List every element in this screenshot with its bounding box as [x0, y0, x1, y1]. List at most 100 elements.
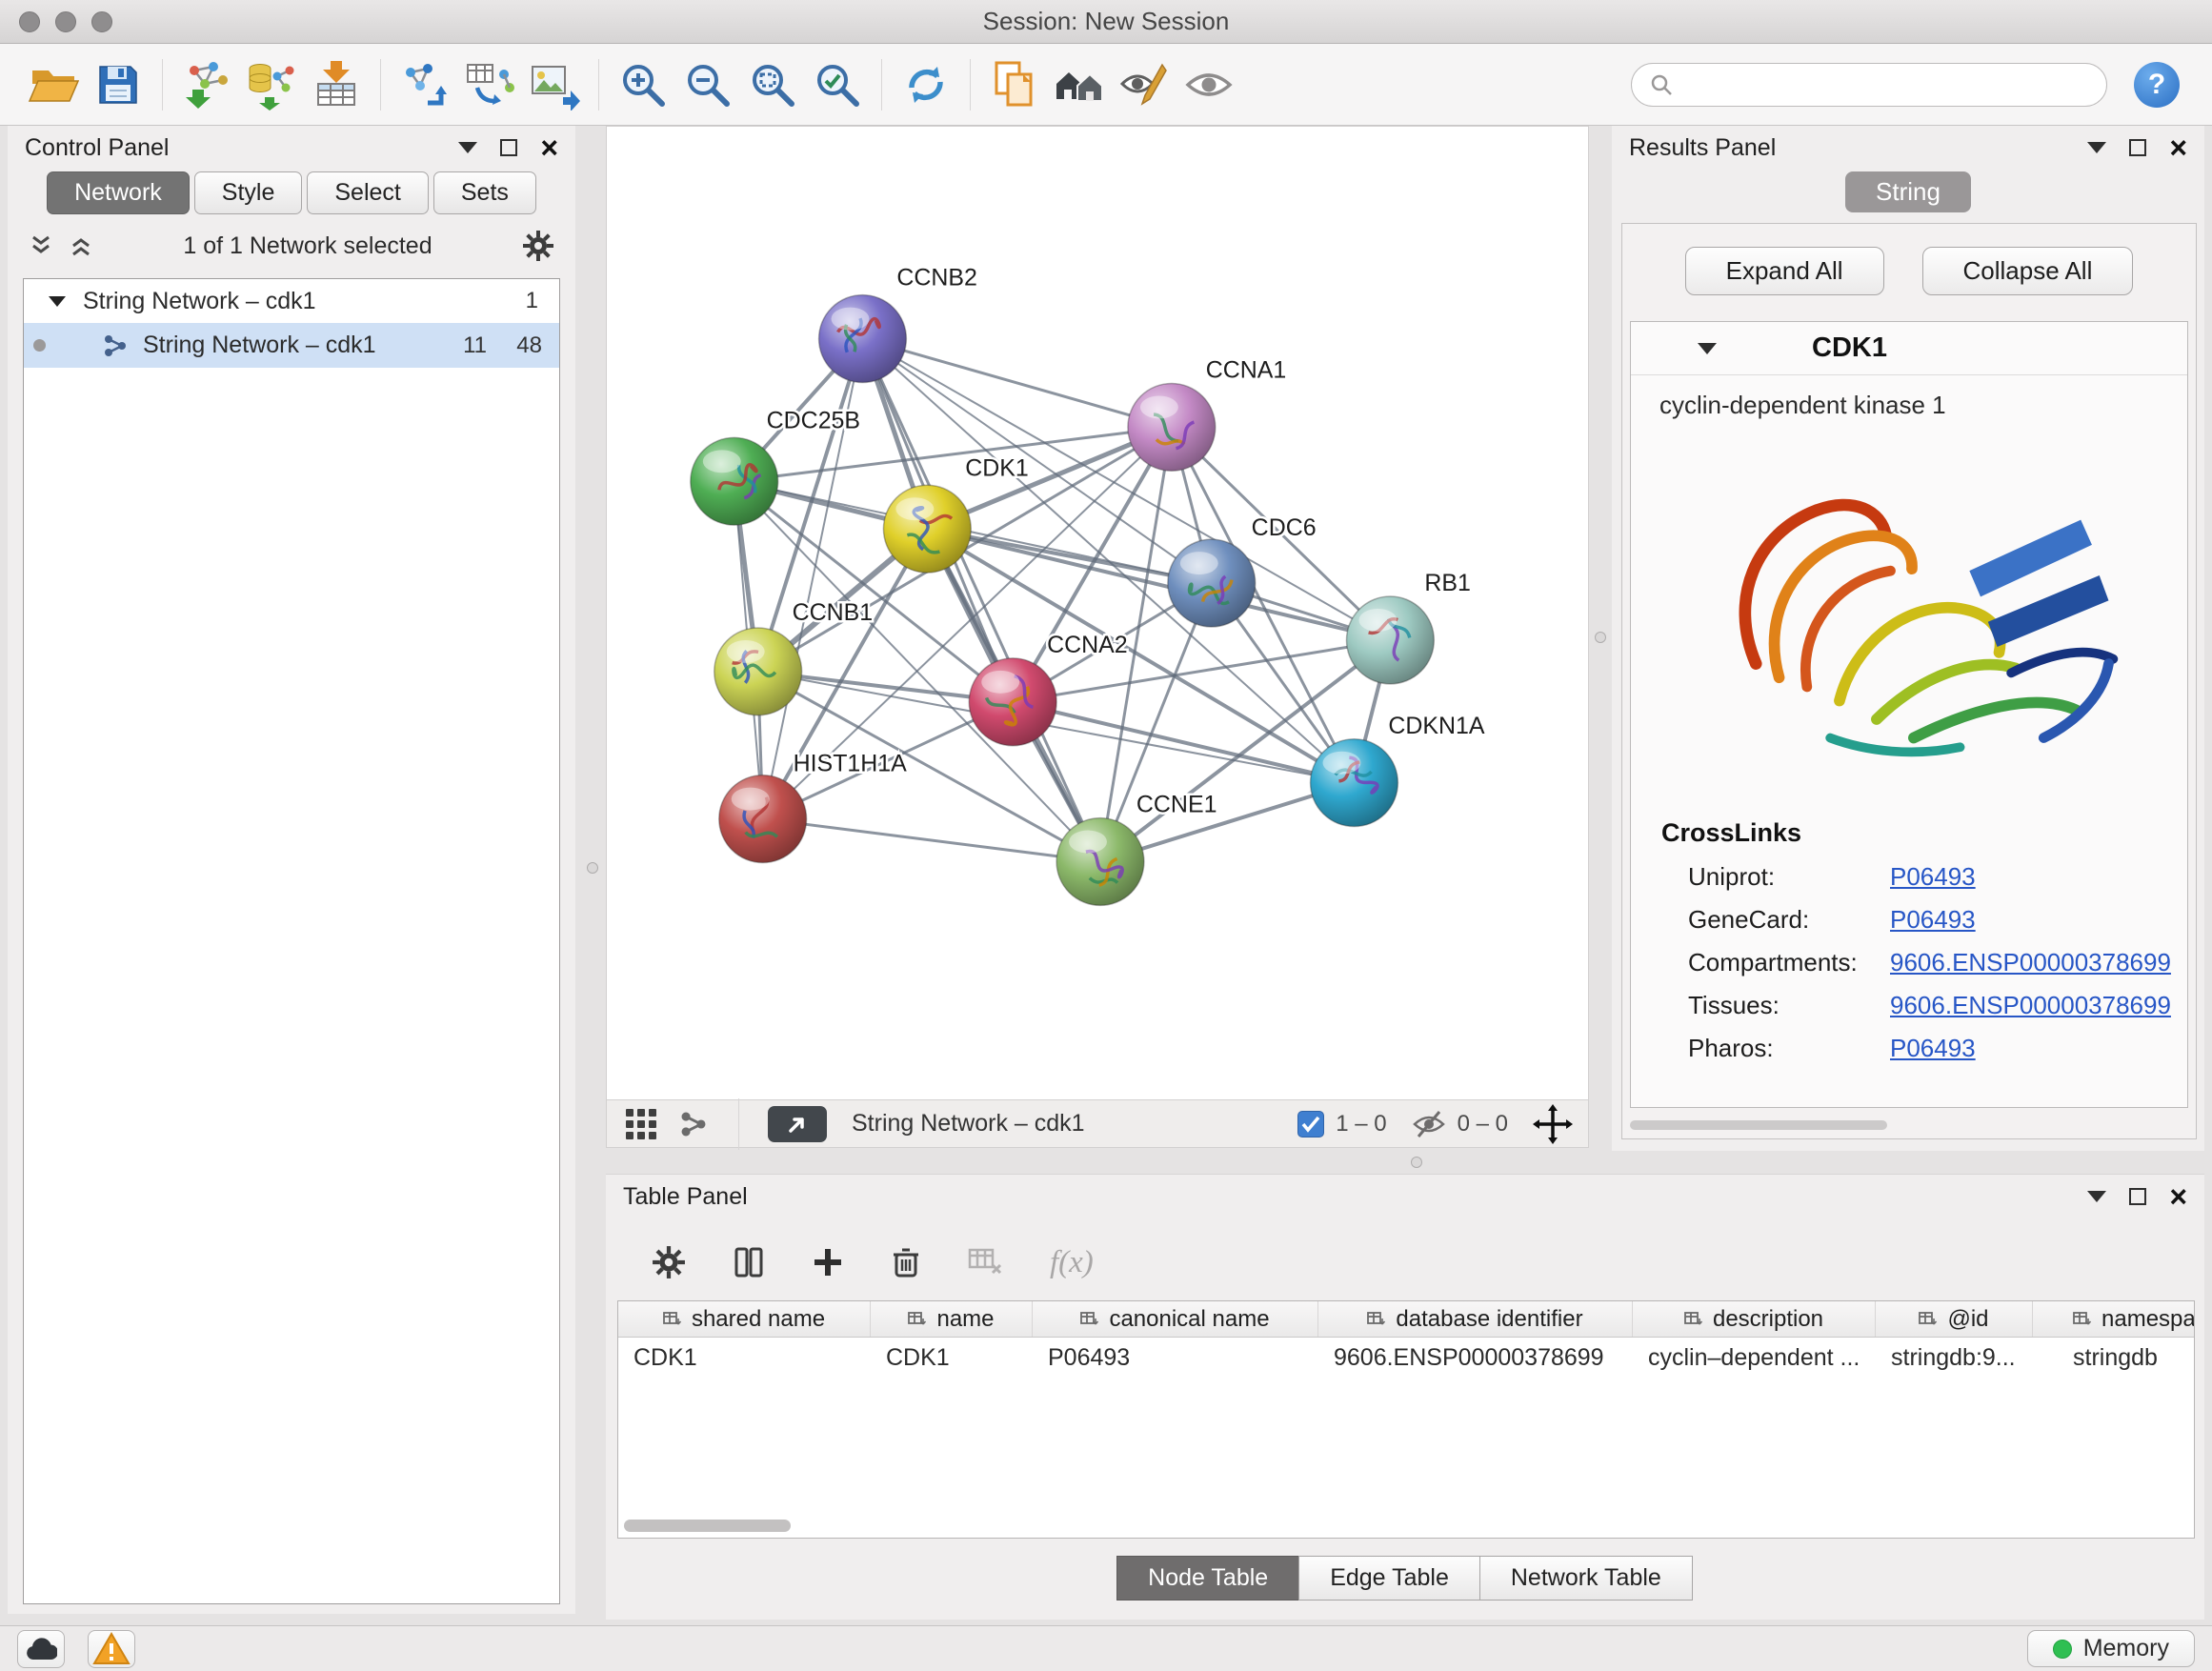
network-node-CCNB2[interactable]: [819, 295, 907, 383]
close-panel-icon[interactable]: ×: [2169, 132, 2187, 163]
export-image-button[interactable]: [522, 52, 587, 117]
crosslink-genecard-link[interactable]: P06493: [1890, 905, 1976, 935]
network-node-HIST1H1A[interactable]: [719, 775, 807, 863]
close-panel-icon[interactable]: ×: [2169, 1181, 2187, 1212]
collapse-all-chevron-icon[interactable]: [29, 233, 53, 258]
import-table-button[interactable]: [304, 52, 369, 117]
horizontal-splitter-handle[interactable]: [1411, 1157, 1422, 1168]
table-row[interactable]: CDK1 CDK1 P06493 9606.ENSP00000378699 cy…: [618, 1338, 2194, 1378]
close-panel-icon[interactable]: ×: [540, 132, 558, 163]
crosslink-tissues-link[interactable]: 9606.ENSP00000378699: [1890, 991, 2171, 1020]
network-node-CCNA2[interactable]: [969, 658, 1056, 746]
scrollbar-thumb[interactable]: [624, 1520, 791, 1532]
table-horizontal-scrollbar[interactable]: [624, 1518, 791, 1533]
panel-menu-icon[interactable]: [2087, 1191, 2106, 1202]
open-session-button[interactable]: [21, 52, 86, 117]
network-node-CCNB1[interactable]: [714, 628, 802, 715]
panel-menu-icon[interactable]: [2087, 142, 2106, 153]
network-share-icon[interactable]: [677, 1108, 710, 1140]
collapse-all-button[interactable]: Collapse All: [1922, 247, 2134, 295]
apply-layout-button[interactable]: [894, 52, 958, 117]
tab-style[interactable]: Style: [194, 171, 303, 214]
zoom-window-button[interactable]: [91, 11, 112, 32]
results-horizontal-scrollbar[interactable]: [1630, 1120, 1887, 1131]
help-button[interactable]: ?: [2134, 62, 2180, 108]
string-results-tab[interactable]: String: [1845, 171, 1971, 212]
column-header-name[interactable]: name: [871, 1301, 1033, 1337]
column-header-canonical-name[interactable]: canonical name: [1033, 1301, 1318, 1337]
import-network-database-button[interactable]: [239, 52, 304, 117]
column-header-shared-name[interactable]: shared name: [618, 1301, 871, 1337]
table-panel: Table Panel × f(x) shared name name cano…: [606, 1174, 2204, 1620]
minimize-window-button[interactable]: [55, 11, 76, 32]
network-node-CDK1[interactable]: [883, 485, 971, 573]
network-collection-row[interactable]: String Network – cdk1 1: [24, 279, 559, 323]
zoom-selected-button[interactable]: [805, 52, 870, 117]
network-graph[interactable]: CCNB2CCNA1CDC25BCDK1CDC6RB1CCNB1CCNA2CDK…: [607, 127, 1588, 1099]
warnings-button[interactable]: [88, 1630, 135, 1668]
network-node-CCNE1[interactable]: [1056, 818, 1144, 906]
scrollbar-thumb[interactable]: [1630, 1120, 1887, 1130]
crosslink-uniprot-link[interactable]: P06493: [1890, 862, 1976, 892]
network-canvas[interactable]: CCNB2CCNA1CDC25BCDK1CDC6RB1CCNB1CCNA2CDK…: [606, 126, 1589, 1100]
delete-column-icon[interactable]: [890, 1246, 922, 1278]
column-header-namespace[interactable]: namespace: [2033, 1301, 2194, 1337]
documentation-button[interactable]: [982, 52, 1047, 117]
save-session-button[interactable]: [86, 52, 151, 117]
vertical-splitter-handle[interactable]: [587, 862, 598, 874]
show-columns-icon[interactable]: [732, 1245, 766, 1279]
gene-card-header[interactable]: CDK1: [1631, 322, 2187, 375]
close-window-button[interactable]: [19, 11, 40, 32]
column-header-description[interactable]: description: [1633, 1301, 1876, 1337]
detach-view-button[interactable]: [768, 1106, 827, 1142]
float-panel-icon[interactable]: [500, 139, 517, 156]
float-panel-icon[interactable]: [2129, 139, 2146, 156]
tab-sets[interactable]: Sets: [433, 171, 536, 214]
zoom-fit-button[interactable]: [740, 52, 805, 117]
tab-network-table[interactable]: Network Table: [1479, 1556, 1693, 1601]
show-graphics-details-button[interactable]: [1176, 52, 1241, 117]
crosslink-compartments-link[interactable]: 9606.ENSP00000378699: [1890, 948, 2171, 977]
selected-items-checkbox[interactable]: [1297, 1111, 1324, 1137]
float-panel-icon[interactable]: [2129, 1188, 2146, 1205]
zoom-out-button[interactable]: [675, 52, 740, 117]
tab-edge-table[interactable]: Edge Table: [1298, 1556, 1480, 1601]
vertical-splitter-handle[interactable]: [1595, 632, 1606, 643]
expand-all-button[interactable]: Expand All: [1685, 247, 1884, 295]
grid-view-icon[interactable]: [622, 1105, 660, 1143]
network-node-CDC6[interactable]: [1168, 539, 1256, 627]
memory-button[interactable]: Memory: [2027, 1630, 2195, 1667]
zoom-in-button[interactable]: [611, 52, 675, 117]
tab-network[interactable]: Network: [47, 171, 190, 214]
network-node-CCNA1[interactable]: [1128, 383, 1216, 471]
tree-expand-icon[interactable]: [49, 296, 66, 307]
gear-icon[interactable]: [652, 1245, 686, 1279]
network-node-RB1[interactable]: [1346, 596, 1434, 684]
home-button[interactable]: [1047, 52, 1112, 117]
search-input[interactable]: [1683, 71, 2089, 98]
import-network-file-button[interactable]: [174, 52, 239, 117]
new-network-button[interactable]: [392, 52, 457, 117]
cloud-status-button[interactable]: [17, 1630, 65, 1668]
tab-node-table[interactable]: Node Table: [1116, 1556, 1299, 1601]
panel-menu-icon[interactable]: [458, 142, 477, 153]
column-header-id[interactable]: @id: [1876, 1301, 2033, 1337]
annotation-visibility-button[interactable]: [1112, 52, 1176, 117]
birds-eye-crosshair-icon[interactable]: [1533, 1104, 1573, 1144]
help-label: ?: [2148, 69, 2165, 101]
toolbar-search[interactable]: [1631, 63, 2107, 107]
hidden-items-icon[interactable]: [1412, 1109, 1446, 1139]
gear-icon[interactable]: [522, 230, 554, 262]
delete-table-icon[interactable]: [968, 1246, 1004, 1278]
collapse-gene-icon[interactable]: [1698, 343, 1717, 354]
crosslink-pharos-link[interactable]: P06493: [1890, 1034, 1976, 1063]
network-node-CDKN1A[interactable]: [1311, 739, 1398, 827]
function-builder-button[interactable]: f(x): [1050, 1245, 1094, 1280]
column-header-database-identifier[interactable]: database identifier: [1318, 1301, 1633, 1337]
tab-select[interactable]: Select: [307, 171, 428, 214]
network-row-selected[interactable]: String Network – cdk1 11 48: [24, 323, 559, 368]
expand-all-chevron-icon[interactable]: [69, 233, 93, 258]
add-column-icon[interactable]: [812, 1246, 844, 1278]
network-from-table-button[interactable]: [457, 52, 522, 117]
network-node-CDC25B[interactable]: [691, 437, 778, 525]
